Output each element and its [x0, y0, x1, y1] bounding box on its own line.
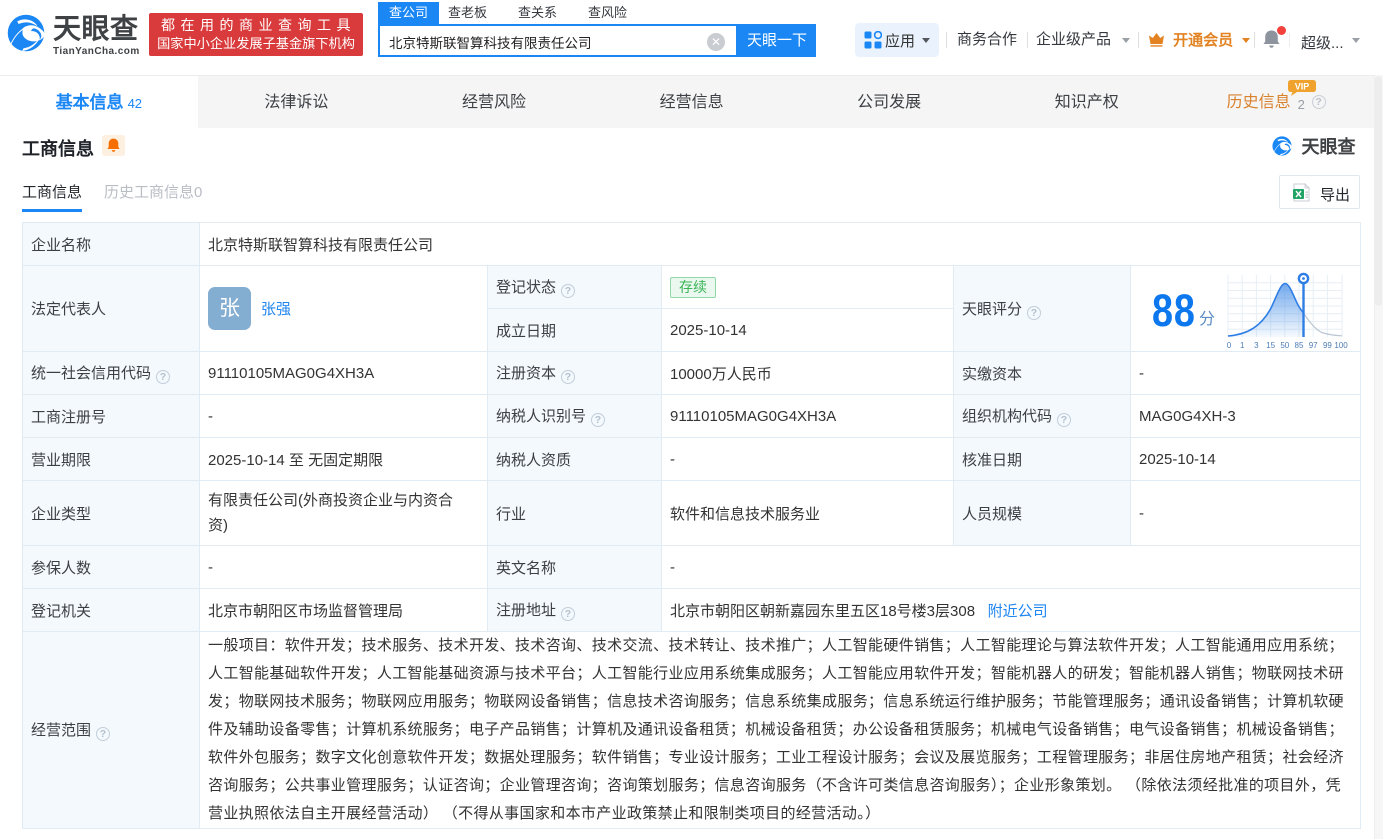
svg-text:15: 15 — [1266, 341, 1275, 350]
svg-text:97: 97 — [1309, 341, 1318, 350]
svg-text:85: 85 — [1295, 341, 1304, 350]
svg-text:50: 50 — [1280, 341, 1289, 350]
svg-text:99: 99 — [1323, 341, 1332, 350]
svg-text:100: 100 — [1334, 341, 1348, 350]
svg-text:3: 3 — [1254, 341, 1259, 350]
svg-text:1: 1 — [1240, 341, 1245, 350]
svg-text:VIP: VIP — [1294, 82, 1309, 92]
svg-text:0: 0 — [1227, 341, 1232, 350]
